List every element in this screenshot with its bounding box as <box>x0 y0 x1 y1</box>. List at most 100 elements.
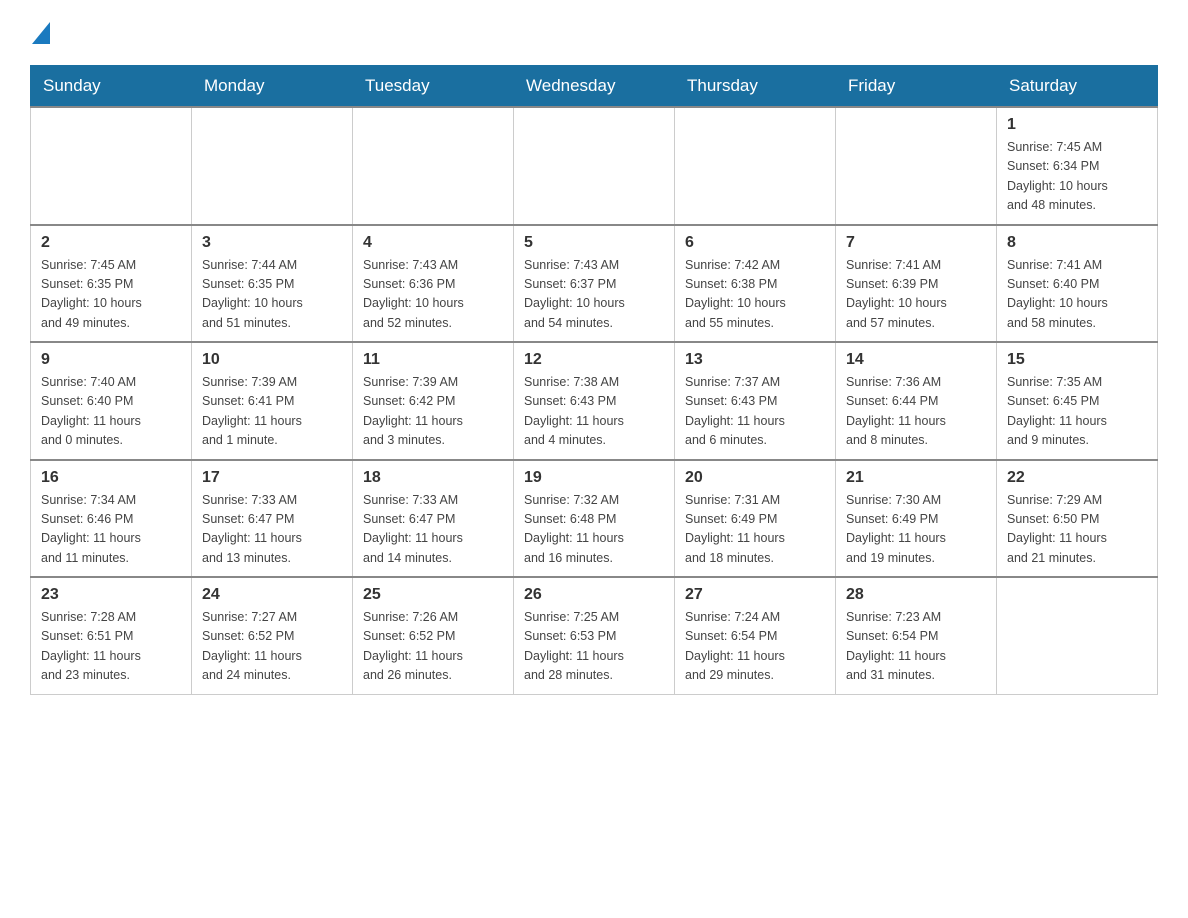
column-header-tuesday: Tuesday <box>353 66 514 108</box>
calendar-cell: 20 Sunrise: 7:31 AM Sunset: 6:49 PM Dayli… <box>675 460 836 578</box>
day-number: 27 <box>685 586 825 604</box>
day-info: Sunrise: 7:23 AM Sunset: 6:54 PM Dayligh… <box>846 608 986 686</box>
day-info: Sunrise: 7:24 AM Sunset: 6:54 PM Dayligh… <box>685 608 825 686</box>
page-header <box>30 20 1158 45</box>
day-info: Sunrise: 7:44 AM Sunset: 6:35 PM Dayligh… <box>202 256 342 334</box>
calendar-cell: 2 Sunrise: 7:45 AM Sunset: 6:35 PM Daylig… <box>31 225 192 343</box>
calendar-cell: 22 Sunrise: 7:29 AM Sunset: 6:50 PM Dayli… <box>997 460 1158 578</box>
column-header-saturday: Saturday <box>997 66 1158 108</box>
day-number: 28 <box>846 586 986 604</box>
day-number: 6 <box>685 234 825 252</box>
calendar-cell: 28 Sunrise: 7:23 AM Sunset: 6:54 PM Dayli… <box>836 577 997 694</box>
day-info: Sunrise: 7:32 AM Sunset: 6:48 PM Dayligh… <box>524 491 664 569</box>
day-info: Sunrise: 7:39 AM Sunset: 6:42 PM Dayligh… <box>363 373 503 451</box>
day-info: Sunrise: 7:26 AM Sunset: 6:52 PM Dayligh… <box>363 608 503 686</box>
calendar-cell: 4 Sunrise: 7:43 AM Sunset: 6:36 PM Daylig… <box>353 225 514 343</box>
calendar-cell: 15 Sunrise: 7:35 AM Sunset: 6:45 PM Dayli… <box>997 342 1158 460</box>
day-number: 2 <box>41 234 181 252</box>
day-number: 13 <box>685 351 825 369</box>
calendar-cell <box>31 107 192 225</box>
day-info: Sunrise: 7:27 AM Sunset: 6:52 PM Dayligh… <box>202 608 342 686</box>
day-number: 11 <box>363 351 503 369</box>
calendar-cell: 23 Sunrise: 7:28 AM Sunset: 6:51 PM Dayli… <box>31 577 192 694</box>
calendar-cell: 6 Sunrise: 7:42 AM Sunset: 6:38 PM Daylig… <box>675 225 836 343</box>
week-row-4: 16 Sunrise: 7:34 AM Sunset: 6:46 PM Dayli… <box>31 460 1158 578</box>
day-info: Sunrise: 7:33 AM Sunset: 6:47 PM Dayligh… <box>363 491 503 569</box>
calendar-cell: 17Sunrise: 7:33 AM Sunset: 6:47 PM Dayli… <box>192 460 353 578</box>
column-header-sunday: Sunday <box>31 66 192 108</box>
day-number: 17 <box>202 469 342 487</box>
day-number: 7 <box>846 234 986 252</box>
day-number: 25 <box>363 586 503 604</box>
calendar-cell: 27 Sunrise: 7:24 AM Sunset: 6:54 PM Dayli… <box>675 577 836 694</box>
day-info: Sunrise: 7:30 AM Sunset: 6:49 PM Dayligh… <box>846 491 986 569</box>
calendar-cell <box>997 577 1158 694</box>
calendar-cell: 8 Sunrise: 7:41 AM Sunset: 6:40 PM Daylig… <box>997 225 1158 343</box>
day-info: Sunrise: 7:45 AM Sunset: 6:35 PM Dayligh… <box>41 256 181 334</box>
calendar-cell: 7 Sunrise: 7:41 AM Sunset: 6:39 PM Daylig… <box>836 225 997 343</box>
day-number: 23 <box>41 586 181 604</box>
column-header-wednesday: Wednesday <box>514 66 675 108</box>
day-info: Sunrise: 7:35 AM Sunset: 6:45 PM Dayligh… <box>1007 373 1147 451</box>
calendar-cell: 16 Sunrise: 7:34 AM Sunset: 6:46 PM Dayli… <box>31 460 192 578</box>
calendar-cell <box>353 107 514 225</box>
day-info: Sunrise: 7:42 AM Sunset: 6:38 PM Dayligh… <box>685 256 825 334</box>
day-number: 12 <box>524 351 664 369</box>
calendar-cell: 12 Sunrise: 7:38 AM Sunset: 6:43 PM Dayli… <box>514 342 675 460</box>
day-number: 18 <box>363 469 503 487</box>
week-row-5: 23 Sunrise: 7:28 AM Sunset: 6:51 PM Dayli… <box>31 577 1158 694</box>
day-info: Sunrise: 7:31 AM Sunset: 6:49 PM Dayligh… <box>685 491 825 569</box>
calendar-cell: 25 Sunrise: 7:26 AM Sunset: 6:52 PM Dayli… <box>353 577 514 694</box>
day-number: 22 <box>1007 469 1147 487</box>
day-number: 9 <box>41 351 181 369</box>
day-info: Sunrise: 7:41 AM Sunset: 6:39 PM Dayligh… <box>846 256 986 334</box>
day-number: 16 <box>41 469 181 487</box>
calendar-cell: 10 Sunrise: 7:39 AM Sunset: 6:41 PM Dayli… <box>192 342 353 460</box>
day-number: 20 <box>685 469 825 487</box>
calendar-cell: 1 Sunrise: 7:45 AM Sunset: 6:34 PM Daylig… <box>997 107 1158 225</box>
calendar-cell: 3 Sunrise: 7:44 AM Sunset: 6:35 PM Daylig… <box>192 225 353 343</box>
day-info: Sunrise: 7:45 AM Sunset: 6:34 PM Dayligh… <box>1007 138 1147 216</box>
day-number: 3 <box>202 234 342 252</box>
column-header-friday: Friday <box>836 66 997 108</box>
day-number: 10 <box>202 351 342 369</box>
day-number: 5 <box>524 234 664 252</box>
calendar-cell: 13 Sunrise: 7:37 AM Sunset: 6:43 PM Dayli… <box>675 342 836 460</box>
day-number: 1 <box>1007 116 1147 134</box>
day-info: Sunrise: 7:41 AM Sunset: 6:40 PM Dayligh… <box>1007 256 1147 334</box>
calendar-cell: 14 Sunrise: 7:36 AM Sunset: 6:44 PM Dayli… <box>836 342 997 460</box>
day-number: 8 <box>1007 234 1147 252</box>
day-info: Sunrise: 7:29 AM Sunset: 6:50 PM Dayligh… <box>1007 491 1147 569</box>
day-number: 24 <box>202 586 342 604</box>
day-info: Sunrise: 7:28 AM Sunset: 6:51 PM Dayligh… <box>41 608 181 686</box>
day-number: 15 <box>1007 351 1147 369</box>
calendar-cell: 24 Sunrise: 7:27 AM Sunset: 6:52 PM Dayli… <box>192 577 353 694</box>
day-info: Sunrise: 7:36 AM Sunset: 6:44 PM Dayligh… <box>846 373 986 451</box>
column-header-monday: Monday <box>192 66 353 108</box>
day-info: Sunrise: 7:25 AM Sunset: 6:53 PM Dayligh… <box>524 608 664 686</box>
week-row-2: 2 Sunrise: 7:45 AM Sunset: 6:35 PM Daylig… <box>31 225 1158 343</box>
calendar-table: SundayMondayTuesdayWednesdayThursdayFrid… <box>30 65 1158 695</box>
calendar-cell <box>675 107 836 225</box>
day-info: Sunrise: 7:38 AM Sunset: 6:43 PM Dayligh… <box>524 373 664 451</box>
logo <box>30 20 50 45</box>
column-header-thursday: Thursday <box>675 66 836 108</box>
week-row-1: 1 Sunrise: 7:45 AM Sunset: 6:34 PM Daylig… <box>31 107 1158 225</box>
calendar-cell <box>514 107 675 225</box>
calendar-cell: 19Sunrise: 7:32 AM Sunset: 6:48 PM Dayli… <box>514 460 675 578</box>
day-number: 4 <box>363 234 503 252</box>
day-info: Sunrise: 7:43 AM Sunset: 6:36 PM Dayligh… <box>363 256 503 334</box>
day-info: Sunrise: 7:34 AM Sunset: 6:46 PM Dayligh… <box>41 491 181 569</box>
logo-triangle-icon <box>32 22 50 44</box>
calendar-cell: 5Sunrise: 7:43 AM Sunset: 6:37 PM Daylig… <box>514 225 675 343</box>
day-number: 14 <box>846 351 986 369</box>
calendar-cell: 26 Sunrise: 7:25 AM Sunset: 6:53 PM Dayli… <box>514 577 675 694</box>
week-row-3: 9 Sunrise: 7:40 AM Sunset: 6:40 PM Daylig… <box>31 342 1158 460</box>
day-number: 26 <box>524 586 664 604</box>
day-info: Sunrise: 7:40 AM Sunset: 6:40 PM Dayligh… <box>41 373 181 451</box>
calendar-cell: 21Sunrise: 7:30 AM Sunset: 6:49 PM Dayli… <box>836 460 997 578</box>
day-info: Sunrise: 7:37 AM Sunset: 6:43 PM Dayligh… <box>685 373 825 451</box>
calendar-cell: 11 Sunrise: 7:39 AM Sunset: 6:42 PM Dayli… <box>353 342 514 460</box>
day-info: Sunrise: 7:39 AM Sunset: 6:41 PM Dayligh… <box>202 373 342 451</box>
calendar-cell <box>192 107 353 225</box>
